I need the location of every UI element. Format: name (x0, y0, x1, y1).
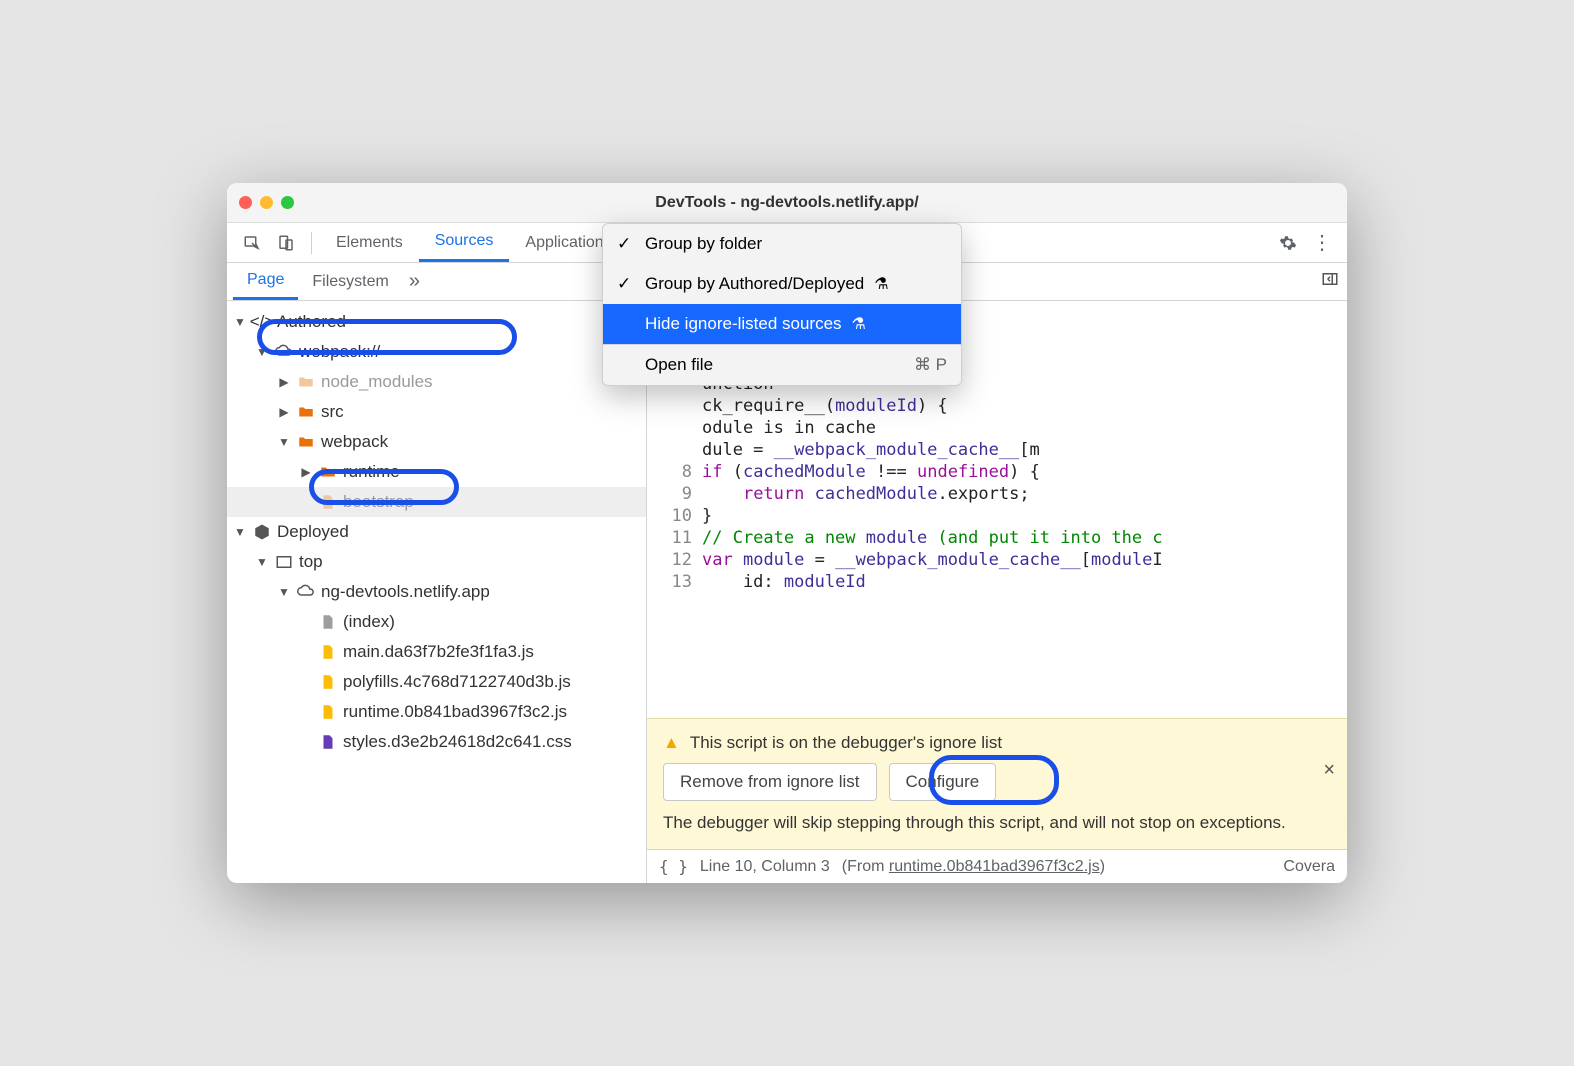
banner-description: The debugger will skip stepping through … (663, 813, 1331, 833)
tree-polyfills-js[interactable]: polyfills.4c768d7122740d3b.js (227, 667, 646, 697)
tree-src[interactable]: ▶src (227, 397, 646, 427)
device-toggle-icon[interactable] (269, 234, 303, 252)
tab-elements[interactable]: Elements (320, 223, 419, 262)
menu-group-folder[interactable]: ✓Group by folder (603, 224, 961, 264)
inspect-icon[interactable] (235, 234, 269, 252)
tree-deployed[interactable]: ▼Deployed (227, 517, 646, 547)
tree-styles-css[interactable]: styles.d3e2b24618d2c641.css (227, 727, 646, 757)
tree-top[interactable]: ▼top (227, 547, 646, 577)
tree-host[interactable]: ▼ng-devtools.netlify.app (227, 577, 646, 607)
flask-icon: ⚗ (874, 274, 888, 294)
devtools-window: DevTools - ng-devtools.netlify.app/ Elem… (227, 183, 1347, 883)
subtab-page[interactable]: Page (233, 263, 298, 300)
more-subtabs-icon[interactable]: » (409, 270, 420, 293)
tree-webpack-folder[interactable]: ▼webpack (227, 427, 646, 457)
tree-node-modules[interactable]: ▶node_modules (227, 367, 646, 397)
show-debugger-icon[interactable] (1321, 270, 1339, 293)
kebab-icon[interactable]: ⋮ (1305, 230, 1339, 255)
tree-index[interactable]: (index) (227, 607, 646, 637)
status-bar: { } Line 10, Column 3 (From runtime.0b84… (647, 849, 1347, 883)
window-title: DevTools - ng-devtools.netlify.app/ (227, 194, 1347, 212)
settings-icon[interactable] (1271, 234, 1305, 252)
from-file-link[interactable]: runtime.0b841bad3967f3c2.js (889, 858, 1100, 875)
tree-webpack-scheme[interactable]: ▼webpack:// (227, 337, 646, 367)
remove-ignore-button[interactable]: Remove from ignore list (663, 763, 877, 801)
close-window[interactable] (239, 196, 252, 209)
keyboard-shortcut: ⌘ P (914, 355, 947, 375)
menu-open-file[interactable]: Open file⌘ P (603, 345, 961, 385)
tab-sources[interactable]: Sources (419, 223, 510, 262)
cursor-position: Line 10, Column 3 (700, 858, 830, 876)
pretty-print-icon[interactable]: { } (659, 857, 688, 876)
warning-icon: ▲ (663, 733, 680, 753)
tree-runtime-js[interactable]: runtime.0b841bad3967f3c2.js (227, 697, 646, 727)
tree-runtime[interactable]: ▶runtime (227, 457, 646, 487)
ignore-list-banner: ▲ This script is on the debugger's ignor… (647, 718, 1347, 849)
navigator-pane: Page Filesystem » ⋮ ▼</>Authored ▼webpac… (227, 263, 647, 883)
traffic-lights (239, 196, 294, 209)
tree-authored[interactable]: ▼</>Authored (227, 307, 646, 337)
zoom-window[interactable] (281, 196, 294, 209)
file-tree: ▼</>Authored ▼webpack:// ▶node_modules ▶… (227, 301, 646, 883)
titlebar: DevTools - ng-devtools.netlify.app/ (227, 183, 1347, 223)
context-menu: ✓Group by folder ✓Group by Authored/Depl… (602, 223, 962, 386)
flask-icon: ⚗ (852, 314, 866, 334)
configure-button[interactable]: Configure (889, 763, 997, 801)
subtab-filesystem[interactable]: Filesystem (298, 263, 402, 300)
minimize-window[interactable] (260, 196, 273, 209)
tree-bootstrap[interactable]: bootstrap (227, 487, 646, 517)
banner-title: This script is on the debugger's ignore … (690, 733, 1002, 753)
close-icon[interactable]: × (1323, 759, 1335, 782)
menu-group-authored[interactable]: ✓Group by Authored/Deployed⚗ (603, 264, 961, 304)
coverage-label: Covera (1283, 858, 1335, 876)
menu-hide-ignored[interactable]: Hide ignore-listed sources⚗ (603, 304, 961, 344)
navigator-tabs: Page Filesystem » ⋮ (227, 263, 646, 301)
tree-main-js[interactable]: main.da63f7b2fe3f1fa3.js (227, 637, 646, 667)
